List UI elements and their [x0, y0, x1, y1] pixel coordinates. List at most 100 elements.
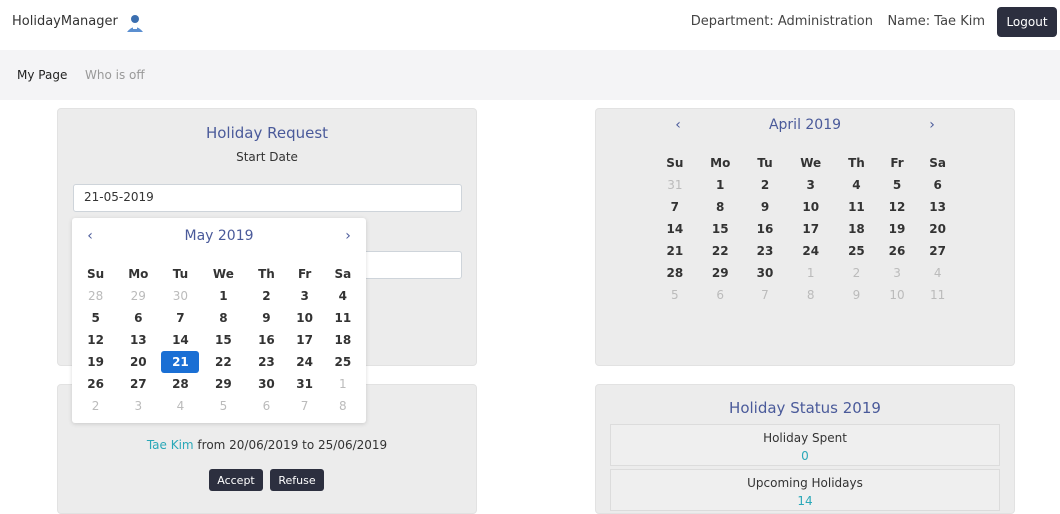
- datepicker-day-cell[interactable]: 5: [199, 395, 247, 417]
- calendar-day-cell[interactable]: 4: [917, 262, 958, 284]
- calendar-day-cell[interactable]: 10: [785, 196, 836, 218]
- datepicker-day-cell[interactable]: 3: [286, 285, 324, 307]
- datepicker-month[interactable]: May 2019: [72, 228, 366, 244]
- calendar-day-cell[interactable]: 7: [745, 284, 786, 306]
- calendar-day-cell[interactable]: 5: [877, 174, 918, 196]
- calendar-day-cell[interactable]: 8: [785, 284, 836, 306]
- calendar-day-cell[interactable]: 27: [917, 240, 958, 262]
- refuse-button[interactable]: Refuse: [270, 469, 324, 491]
- datepicker-day-cell[interactable]: 28: [161, 373, 199, 395]
- datepicker-day-cell[interactable]: 9: [247, 307, 285, 329]
- nav-my-page[interactable]: My Page: [17, 68, 67, 82]
- datepicker-day-cell[interactable]: 30: [161, 285, 199, 307]
- calendar-day-cell[interactable]: 23: [745, 240, 786, 262]
- datepicker-day-cell[interactable]: 16: [247, 329, 285, 351]
- calendar-day-cell[interactable]: 10: [877, 284, 918, 306]
- calendar-day-cell[interactable]: 2: [836, 262, 877, 284]
- datepicker-day-cell[interactable]: 19: [76, 351, 115, 373]
- datepicker-day-cell[interactable]: 30: [247, 373, 285, 395]
- calendar-day-cell[interactable]: 24: [785, 240, 836, 262]
- nav-who-is-off[interactable]: Who is off: [85, 68, 145, 82]
- datepicker-day-cell[interactable]: 5: [76, 307, 115, 329]
- datepicker-day-cell[interactable]: 21: [161, 351, 200, 373]
- requester-name[interactable]: Tae Kim: [147, 438, 194, 452]
- datepicker-next-button[interactable]: ›: [338, 228, 358, 244]
- calendar-day-cell[interactable]: 3: [877, 262, 918, 284]
- calendar-day-cell[interactable]: 1: [785, 262, 836, 284]
- datepicker-day-cell[interactable]: 11: [324, 307, 362, 329]
- datepicker-day-cell[interactable]: 23: [247, 351, 285, 373]
- datepicker-day-cell[interactable]: 4: [161, 395, 199, 417]
- datepicker-day-cell[interactable]: 28: [76, 285, 115, 307]
- start-date-input[interactable]: 21-05-2019: [73, 184, 462, 212]
- datepicker-day-cell[interactable]: 10: [286, 307, 324, 329]
- pending-request-line: Tae Kim from 20/06/2019 to 25/06/2019: [57, 438, 477, 452]
- calendar-day-cell[interactable]: 4: [836, 174, 877, 196]
- calendar-day-cell[interactable]: 17: [785, 218, 836, 240]
- department-text: Department: Administration: [690, 14, 873, 29]
- start-date-label: Start Date: [236, 150, 298, 164]
- datepicker-day-cell[interactable]: 29: [115, 285, 161, 307]
- calendar-day-cell[interactable]: 11: [836, 196, 877, 218]
- calendar-day-cell[interactable]: 20: [917, 218, 958, 240]
- calendar-day-cell[interactable]: 7: [654, 196, 696, 218]
- calendar-day-cell[interactable]: 1: [696, 174, 745, 196]
- calendar-day-cell[interactable]: 3: [785, 174, 836, 196]
- calendar-day-cell[interactable]: 6: [696, 284, 745, 306]
- end-date-input[interactable]: [362, 251, 462, 279]
- datepicker-day-cell[interactable]: 29: [199, 373, 247, 395]
- calendar-next-button[interactable]: ›: [922, 117, 942, 133]
- datepicker-day-cell[interactable]: 15: [199, 329, 247, 351]
- datepicker-day-cell[interactable]: 1: [199, 285, 247, 307]
- calendar-day-cell[interactable]: 16: [745, 218, 786, 240]
- calendar-day-cell[interactable]: 9: [745, 196, 786, 218]
- calendar-day-cell[interactable]: 19: [877, 218, 918, 240]
- datepicker-day-cell[interactable]: 14: [161, 329, 199, 351]
- accept-button[interactable]: Accept: [209, 469, 263, 491]
- datepicker-day-cell[interactable]: 20: [115, 351, 161, 373]
- calendar-day-cell[interactable]: 14: [654, 218, 696, 240]
- calendar-day-cell[interactable]: 11: [917, 284, 958, 306]
- calendar-day-cell[interactable]: 31: [654, 174, 696, 196]
- datepicker-day-cell[interactable]: 2: [76, 395, 115, 417]
- datepicker-day-cell[interactable]: 3: [115, 395, 161, 417]
- datepicker-day-cell[interactable]: 7: [161, 307, 199, 329]
- calendar-day-cell[interactable]: 26: [877, 240, 918, 262]
- datepicker-day-cell[interactable]: 13: [115, 329, 161, 351]
- datepicker-day-cell[interactable]: 8: [199, 307, 247, 329]
- calendar-day-cell[interactable]: 13: [917, 196, 958, 218]
- calendar-day-cell[interactable]: 25: [836, 240, 877, 262]
- calendar-day-cell[interactable]: 2: [745, 174, 786, 196]
- calendar-day-cell[interactable]: 29: [696, 262, 745, 284]
- datepicker-day-cell[interactable]: 2: [247, 285, 285, 307]
- datepicker-day-cell[interactable]: 8: [324, 395, 362, 417]
- calendar-day-cell[interactable]: 12: [877, 196, 918, 218]
- calendar-day-cell[interactable]: 5: [654, 284, 696, 306]
- calendar-day-cell[interactable]: 22: [696, 240, 745, 262]
- datepicker-day-cell[interactable]: 27: [115, 373, 161, 395]
- datepicker-day-cell[interactable]: 31: [286, 373, 324, 395]
- datepicker-day-cell[interactable]: 22: [199, 351, 247, 373]
- datepicker-day-cell[interactable]: 25: [324, 351, 362, 373]
- calendar-day-cell[interactable]: 28: [654, 262, 696, 284]
- datepicker-day-cell[interactable]: 4: [324, 285, 362, 307]
- datepicker-day-cell[interactable]: 26: [76, 373, 115, 395]
- logout-button[interactable]: Logout: [997, 7, 1057, 37]
- calendar-day-cell[interactable]: 21: [654, 240, 696, 262]
- datepicker-day-cell[interactable]: 12: [76, 329, 115, 351]
- app-title[interactable]: HolidayManager: [12, 14, 118, 29]
- datepicker-day-cell[interactable]: 24: [286, 351, 324, 373]
- datepicker-day-cell[interactable]: 7: [286, 395, 324, 417]
- calendar-day-cell[interactable]: 6: [917, 174, 958, 196]
- calendar-day-cell[interactable]: 30: [745, 262, 786, 284]
- calendar-month[interactable]: April 2019: [596, 117, 1014, 133]
- datepicker-day-cell[interactable]: 17: [286, 329, 324, 351]
- datepicker-day-cell[interactable]: 6: [115, 307, 161, 329]
- datepicker-day-cell[interactable]: 6: [247, 395, 285, 417]
- datepicker-day-cell[interactable]: 18: [324, 329, 362, 351]
- datepicker-day-cell[interactable]: 1: [324, 373, 362, 395]
- calendar-day-cell[interactable]: 9: [836, 284, 877, 306]
- calendar-day-cell[interactable]: 18: [836, 218, 877, 240]
- calendar-day-cell[interactable]: 15: [696, 218, 745, 240]
- calendar-day-cell[interactable]: 8: [696, 196, 745, 218]
